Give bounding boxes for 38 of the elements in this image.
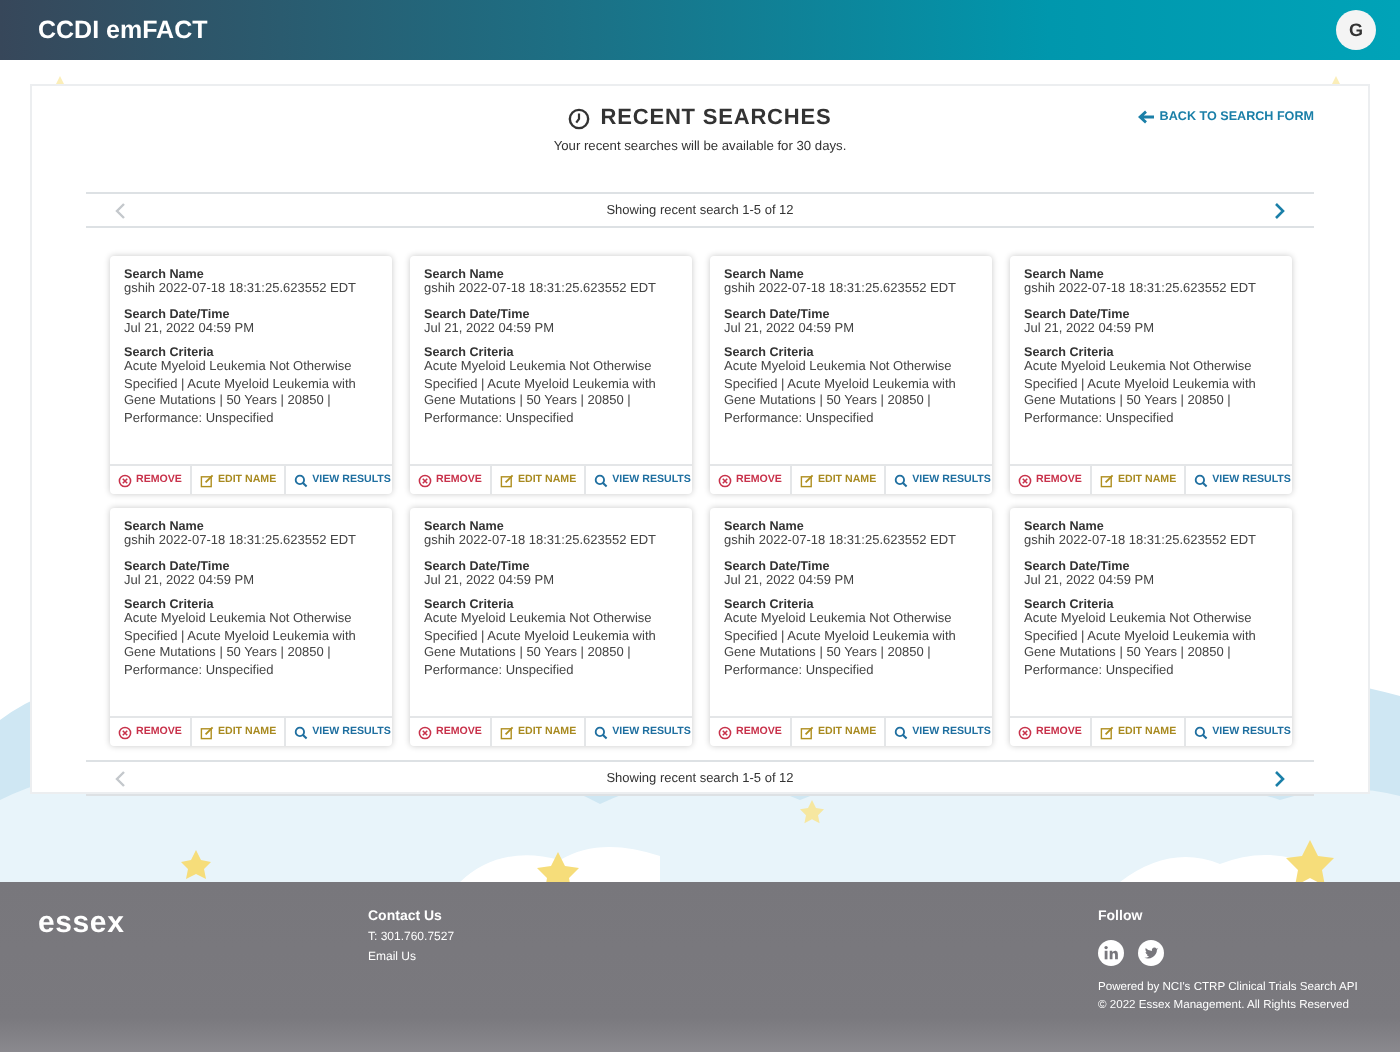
remove-icon bbox=[718, 473, 732, 487]
search-icon bbox=[294, 473, 309, 487]
next-page-button[interactable] bbox=[1274, 769, 1286, 787]
essex-logo: essex bbox=[38, 910, 127, 944]
user-avatar-button[interactable]: G bbox=[1336, 10, 1376, 50]
search-icon bbox=[594, 473, 609, 487]
search-icon bbox=[1194, 473, 1209, 487]
pencil-icon bbox=[499, 473, 514, 487]
pencil-icon bbox=[199, 725, 214, 739]
search-icon bbox=[594, 725, 609, 739]
pencil-icon bbox=[799, 473, 814, 487]
linkedin-icon[interactable] bbox=[1098, 940, 1124, 966]
chevron-left-icon bbox=[114, 201, 126, 219]
pencil-icon bbox=[199, 473, 214, 487]
remove-icon bbox=[418, 725, 432, 739]
pencil-icon bbox=[1099, 725, 1114, 739]
page-title: RECENT SEARCHES bbox=[600, 106, 832, 130]
chevron-right-icon bbox=[1274, 769, 1286, 787]
search-icon bbox=[294, 725, 309, 739]
chevron-left-icon bbox=[114, 769, 126, 787]
search-icon bbox=[894, 473, 909, 487]
next-page-button[interactable] bbox=[1274, 201, 1286, 219]
pencil-icon bbox=[1099, 473, 1114, 487]
bird-icon[interactable] bbox=[1138, 940, 1164, 966]
remove-icon bbox=[718, 725, 732, 739]
pencil-icon bbox=[799, 725, 814, 739]
remove-icon bbox=[1018, 473, 1032, 487]
remove-icon bbox=[118, 725, 132, 739]
pencil-icon bbox=[499, 725, 514, 739]
remove-icon bbox=[418, 473, 432, 487]
search-icon bbox=[894, 725, 909, 739]
arrow-left-icon bbox=[1137, 110, 1154, 124]
chevron-right-icon bbox=[1274, 201, 1286, 219]
remove-icon bbox=[118, 473, 132, 487]
clock-icon bbox=[568, 107, 591, 129]
search-icon bbox=[1194, 725, 1209, 739]
app-title: CCDI emFACT bbox=[38, 16, 208, 44]
remove-icon bbox=[1018, 725, 1032, 739]
